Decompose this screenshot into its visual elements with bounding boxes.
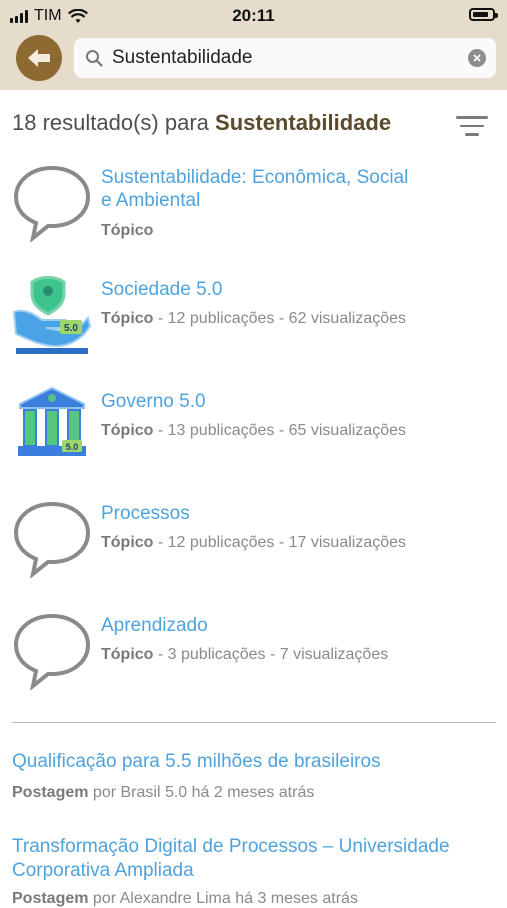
topic-item[interactable]: 5.0 Governo 5.0 Tópico - 13 publicações …: [0, 384, 507, 484]
topic-title-line[interactable]: Sustentabilidade: Econômica, Social: [101, 166, 408, 189]
search-icon: [84, 48, 104, 68]
status-time: 20:11: [232, 6, 275, 25]
topic-kind: Tópico: [101, 222, 154, 239]
topic-meta: Tópico - 3 publicações - 7 visualizações: [101, 646, 388, 664]
filter-button[interactable]: [456, 116, 488, 140]
status-bar: TIM 20:11: [0, 0, 507, 32]
speech-bubble-icon: [13, 501, 91, 578]
section-divider: [12, 722, 496, 723]
post-title[interactable]: Qualificação para 5.5 milhões de brasile…: [12, 750, 496, 774]
topic-meta: Tópico: [101, 222, 153, 240]
speech-bubble-icon: [13, 165, 91, 242]
clear-search-button[interactable]: [468, 49, 486, 67]
topic-title[interactable]: Sociedade 5.0: [101, 278, 223, 301]
topic-item[interactable]: Sustentabilidade: Econômica, Social e Am…: [0, 160, 507, 260]
header-bar: TIM 20:11 Sustentabilidade: [0, 0, 507, 90]
topic-stats: - 3 publicações - 7 visualizações: [153, 646, 389, 663]
post-kind: Postagem: [12, 890, 89, 907]
topic-title-line[interactable]: e Ambiental: [101, 189, 408, 212]
topic-stats: - 12 publicações - 62 visualizações: [153, 310, 407, 327]
topic-kind: Tópico: [101, 310, 154, 327]
topic-stats: - 13 publicações - 65 visualizações: [153, 422, 407, 439]
topic-item[interactable]: Processos Tópico - 12 publicações - 17 v…: [0, 496, 507, 596]
results-query: Sustentabilidade: [215, 110, 392, 135]
topic-kind: Tópico: [101, 534, 154, 551]
hand-shield-icon: 5.0: [12, 276, 92, 354]
results-count: 18 resultado(s) para: [12, 110, 209, 135]
speech-bubble-icon: [13, 613, 91, 690]
topic-kind: Tópico: [101, 422, 154, 439]
topic-stats: - 12 publicações - 17 visualizações: [153, 534, 407, 551]
topic-title[interactable]: Processos: [101, 502, 190, 525]
search-input[interactable]: Sustentabilidade: [112, 47, 468, 69]
arrow-left-icon: [28, 49, 50, 67]
topic-item[interactable]: 5.0 Sociedade 5.0 Tópico - 12 publicaçõe…: [0, 272, 507, 372]
post-meta: Postagem por Alexandre Lima há 3 meses a…: [12, 890, 358, 908]
svg-text:5.0: 5.0: [64, 323, 78, 334]
government-building-icon: 5.0: [14, 386, 90, 464]
post-meta: Postagem por Brasil 5.0 há 2 meses atrás: [12, 784, 314, 802]
svg-text:5.0: 5.0: [66, 442, 79, 452]
back-button[interactable]: [16, 35, 62, 81]
battery-icon: [469, 8, 498, 21]
post-byline: por Alexandre Lima há 3 meses atrás: [88, 890, 358, 907]
results-heading: 18 resultado(s) para Sustentabilidade: [12, 110, 391, 136]
topic-title[interactable]: Sustentabilidade: Econômica, Social e Am…: [101, 166, 408, 212]
post-kind: Postagem: [12, 784, 89, 801]
post-title[interactable]: Transformação Digital de Processos – Uni…: [12, 835, 496, 883]
post-byline: por Brasil 5.0 há 2 meses atrás: [88, 784, 315, 801]
topic-meta: Tópico - 12 publicações - 17 visualizaçõ…: [101, 534, 406, 552]
topic-title[interactable]: Governo 5.0: [101, 390, 206, 413]
topic-meta: Tópico - 12 publicações - 62 visualizaçõ…: [101, 310, 406, 328]
close-icon: [473, 54, 481, 62]
topic-item[interactable]: Aprendizado Tópico - 3 publicações - 7 v…: [0, 608, 507, 708]
topic-title[interactable]: Aprendizado: [101, 614, 208, 637]
topic-meta: Tópico - 13 publicações - 65 visualizaçõ…: [101, 422, 406, 440]
search-field[interactable]: Sustentabilidade: [74, 38, 496, 78]
topic-kind: Tópico: [101, 646, 154, 663]
